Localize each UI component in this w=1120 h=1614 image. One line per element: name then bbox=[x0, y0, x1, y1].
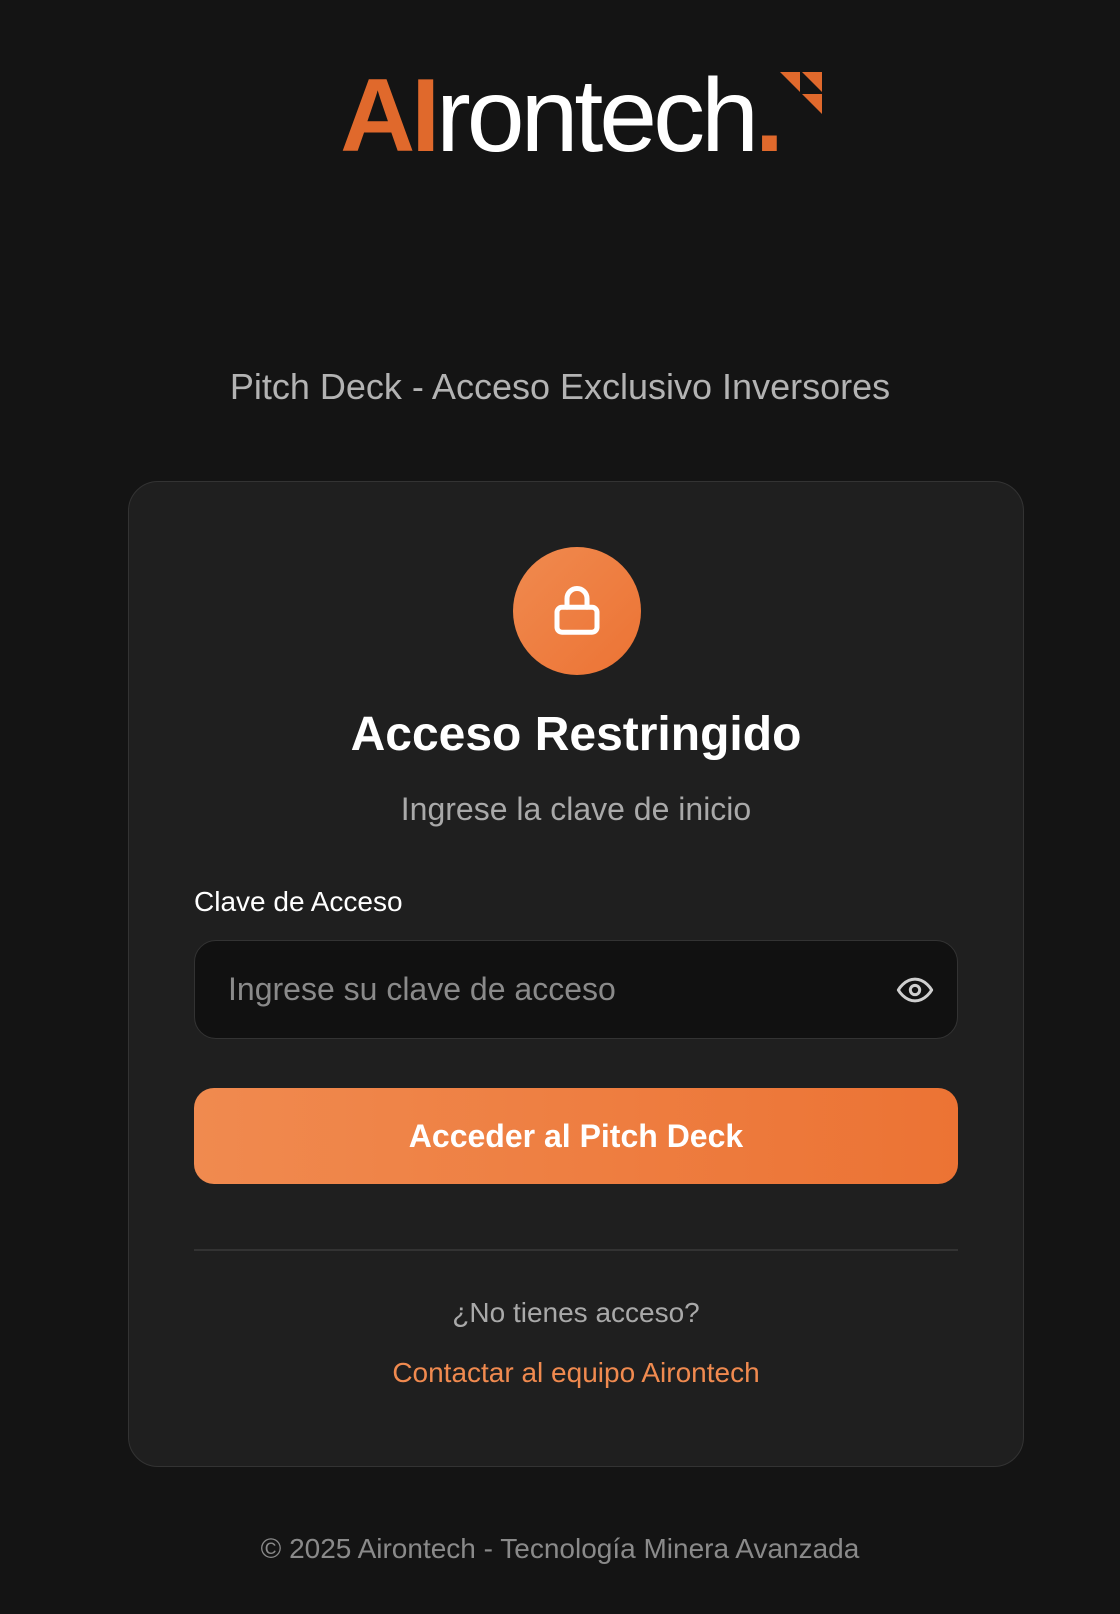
footer-copyright: © 2025 Airontech - Tecnología Minera Ava… bbox=[260, 1533, 860, 1564]
no-access-text: ¿No tienes acceso? bbox=[452, 1297, 700, 1328]
lock-icon bbox=[554, 586, 600, 635]
password-input[interactable] bbox=[195, 941, 957, 1038]
access-pitch-deck-button[interactable]: Acceder al Pitch Deck bbox=[194, 1088, 958, 1184]
airontech-logo: AIrontech. bbox=[0, 64, 1120, 168]
login-page: AIrontech. Pitch Deck - Acceso Exclusivo… bbox=[0, 0, 1120, 1614]
logo-rest: rontech bbox=[436, 58, 759, 174]
login-card: Acceso Restringido Ingrese la clave de i… bbox=[128, 481, 1024, 1467]
page-subtitle: Pitch Deck - Acceso Exclusivo Inversores bbox=[229, 366, 891, 407]
contact-team-link[interactable]: Contactar al equipo Airontech bbox=[129, 1357, 1023, 1389]
password-field-wrapper bbox=[194, 940, 958, 1039]
card-subtitle: Ingrese la clave de inicio bbox=[400, 791, 752, 827]
show-password-button[interactable] bbox=[893, 968, 937, 1012]
lock-badge bbox=[513, 547, 641, 675]
logo-wordmark: AIrontech. bbox=[340, 64, 822, 168]
logo-dot: . bbox=[754, 58, 784, 174]
logo-ai: AI bbox=[340, 58, 440, 174]
divider bbox=[194, 1249, 958, 1251]
password-label: Clave de Acceso bbox=[194, 886, 403, 917]
logo-triangles-icon bbox=[779, 72, 822, 114]
card-title: Acceso Restringido bbox=[350, 708, 802, 761]
eye-icon bbox=[896, 977, 934, 1003]
